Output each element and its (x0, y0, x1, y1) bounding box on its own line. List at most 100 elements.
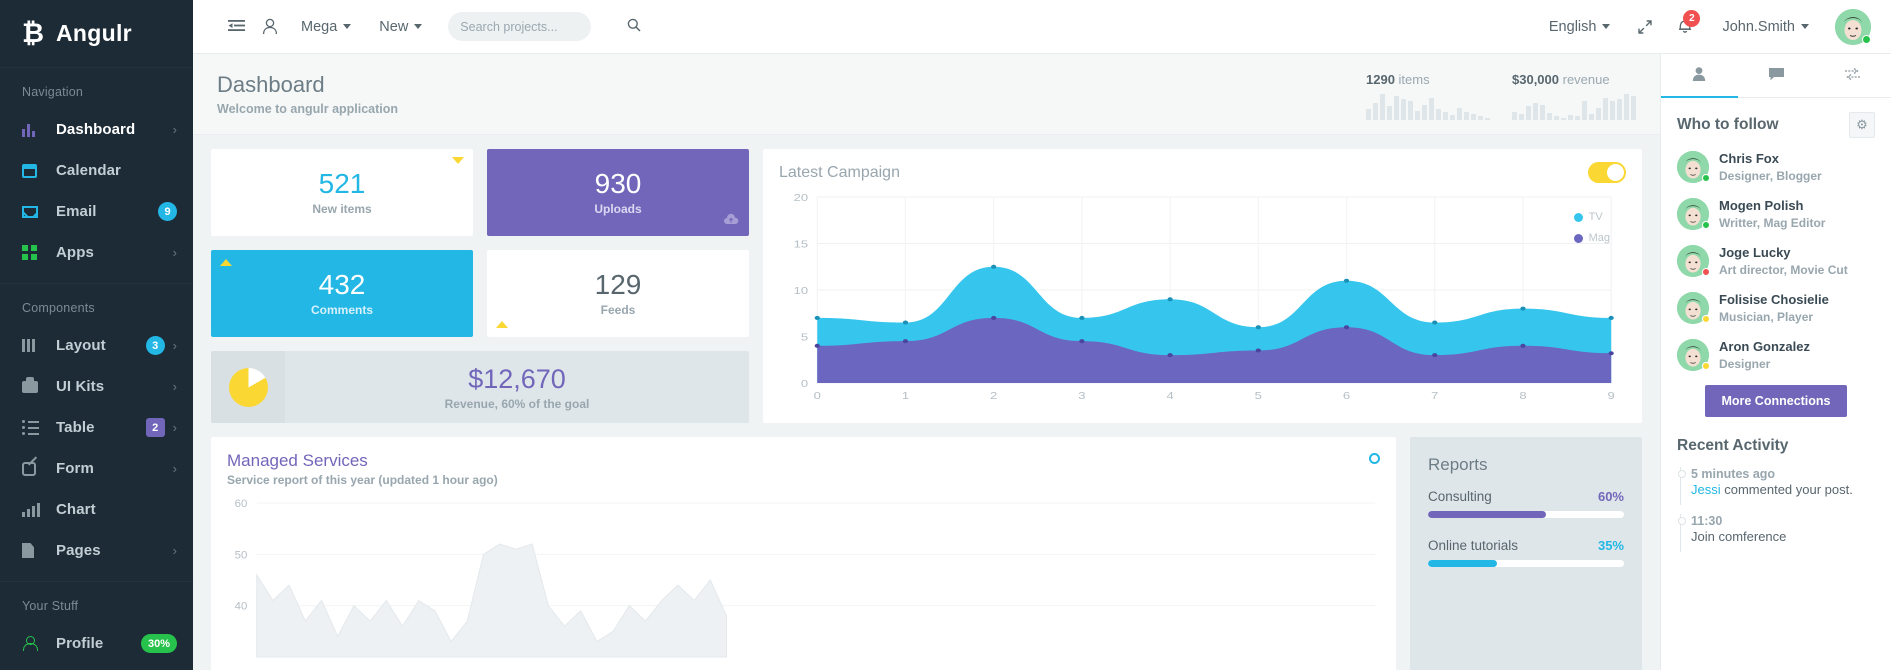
campaign-toggle-switch[interactable] (1588, 162, 1626, 183)
sparkline-bar (1429, 98, 1434, 120)
sidebar-item-chart[interactable]: Chart (0, 489, 193, 530)
sparkline-bar (1589, 114, 1594, 120)
activity-text: Jessi commented your post. (1691, 482, 1853, 497)
loading-spinner-icon[interactable] (1369, 453, 1380, 464)
notification-count-badge: 2 (1683, 10, 1700, 27)
user-menu-button[interactable]: John.Smith (1708, 19, 1823, 35)
follow-item[interactable]: Mogen Polish Writter, Mag Editor (1677, 197, 1875, 231)
sidebar-item-pages[interactable]: Pages › (0, 530, 193, 571)
follow-item-text: Mogen Polish Writter, Mag Editor (1719, 197, 1825, 231)
sparkline-bar (1464, 112, 1469, 120)
sparkline-bar (1519, 114, 1524, 120)
sparkline-bar (1380, 94, 1385, 120)
tab-messages[interactable] (1738, 54, 1815, 97)
revenue-caption: Revenue, 60% of the goal (285, 397, 749, 411)
avatar[interactable] (1677, 245, 1709, 277)
chevron-right-icon: › (173, 122, 177, 137)
sparkline-bar (1401, 99, 1406, 120)
apps-grid-icon (22, 245, 44, 260)
sparkline-bar (1554, 116, 1559, 120)
sidebar-item-label: Form (56, 460, 165, 477)
stat-card-row-2: 432 Comments 129 Feeds (211, 250, 749, 337)
sidebar-item-dashboard[interactable]: Dashboard › (0, 109, 193, 150)
avatar[interactable] (1677, 292, 1709, 324)
list-icon (22, 420, 44, 435)
follow-item-name: Mogen Polish (1719, 198, 1804, 213)
sparkline-bar (1568, 115, 1573, 120)
sidebar-item-profile[interactable]: Profile 30% (0, 623, 193, 664)
brand-name: Angulr (56, 20, 132, 47)
campaign-chart: 051015200123456789 TV Mag (773, 189, 1632, 407)
sidebar-item-form[interactable]: Form › (0, 448, 193, 489)
sidebar-item-email[interactable]: Email 9 (0, 191, 193, 232)
avatar[interactable] (1677, 339, 1709, 371)
search-input[interactable] (460, 20, 621, 34)
sidebar-collapse-icon[interactable] (219, 10, 253, 44)
svg-text:20: 20 (794, 192, 808, 203)
sidebar-item-ui-kits[interactable]: UI Kits › (0, 366, 193, 407)
follow-item[interactable]: Joge Lucky Art director, Movie Cut (1677, 244, 1875, 278)
svg-text:40: 40 (235, 601, 248, 613)
sidebar-item-apps[interactable]: Apps › (0, 232, 193, 273)
topbar: Mega New English (193, 0, 1891, 54)
calendar-icon (22, 164, 44, 178)
sidebar-item-label: Apps (56, 244, 165, 261)
svg-text:4: 4 (1166, 390, 1174, 401)
stat-label: Comments (311, 303, 373, 317)
svg-text:9: 9 (1608, 390, 1615, 401)
chevron-right-icon: › (173, 379, 177, 394)
chevron-down-icon (1602, 24, 1610, 29)
svg-text:0: 0 (801, 378, 808, 389)
sparkline-bar (1485, 118, 1490, 120)
activity-item[interactable]: 5 minutes ago Jessi commented your post. (1677, 467, 1875, 505)
notifications-button[interactable]: 2 (1666, 10, 1704, 44)
sparkline-bar (1575, 116, 1580, 120)
follow-item[interactable]: Aron Gonzalez Designer (1677, 338, 1875, 372)
topbar-user-icon[interactable] (253, 10, 287, 44)
new-menu-button[interactable]: New (365, 19, 436, 35)
pie-chart-icon (229, 368, 268, 407)
header-stat-revenue: $30,000 revenue (1512, 72, 1636, 120)
activity-user-link[interactable]: Jessi (1691, 482, 1721, 497)
legend-label: TV (1589, 211, 1603, 223)
avatar[interactable] (1677, 151, 1709, 183)
follow-item[interactable]: Chris Fox Designer, Blogger (1677, 150, 1875, 184)
fullscreen-expand-icon[interactable] (1628, 10, 1662, 44)
more-connections-button[interactable]: More Connections (1705, 385, 1846, 417)
svg-text:5: 5 (1255, 390, 1262, 401)
follow-item-text: Folisise Chosielie Musician, Player (1719, 291, 1829, 325)
gear-icon[interactable]: ⚙ (1849, 112, 1875, 138)
sidebar-item-calendar[interactable]: Calendar (0, 150, 193, 191)
brand[interactable]: ₿ Angulr (0, 0, 193, 67)
who-to-follow-title: Who to follow (1677, 116, 1779, 134)
follow-item[interactable]: Folisise Chosielie Musician, Player (1677, 291, 1875, 325)
header-stat-items: 1290 items (1366, 72, 1490, 120)
avatar[interactable] (1677, 198, 1709, 230)
revenue-card[interactable]: $12,670 Revenue, 60% of the goal (211, 351, 749, 423)
chevron-right-icon: › (173, 420, 177, 435)
stat-card-comments[interactable]: 432 Comments (211, 250, 473, 337)
search-icon[interactable] (627, 18, 641, 35)
sidebar-item-table[interactable]: Table 2 › (0, 407, 193, 448)
sidebar-item-layout[interactable]: Layout 3 › (0, 325, 193, 366)
sidebar-item-documents[interactable]: ? Documents (0, 664, 193, 670)
activity-item[interactable]: 11:30 Join comference (1677, 514, 1875, 552)
search-box[interactable] (448, 12, 591, 41)
sparkline-bar (1526, 106, 1531, 120)
stat-card-uploads[interactable]: 930 Uploads (487, 149, 749, 236)
sidebar-heading-navigation: Navigation (0, 81, 193, 109)
language-selector[interactable]: English (1535, 19, 1625, 35)
svg-text:50: 50 (235, 550, 248, 562)
sparkline-bar (1450, 115, 1455, 120)
report-progress-consulting (1428, 511, 1624, 518)
tab-transfers[interactable] (1814, 54, 1891, 97)
sparkline-bar (1533, 103, 1538, 120)
avatar[interactable] (1835, 9, 1871, 45)
stat-card-new-items[interactable]: 521 New items (211, 149, 473, 236)
stat-card-feeds[interactable]: 129 Feeds (487, 250, 749, 337)
follow-item-text: Chris Fox Designer, Blogger (1719, 150, 1822, 184)
sidebar-section-your-stuff: Your Stuff Profile 30% ? Documents (0, 581, 193, 670)
sparkline-bar (1610, 101, 1615, 120)
mega-menu-button[interactable]: Mega (287, 19, 365, 35)
tab-who-to-follow[interactable] (1661, 54, 1738, 97)
